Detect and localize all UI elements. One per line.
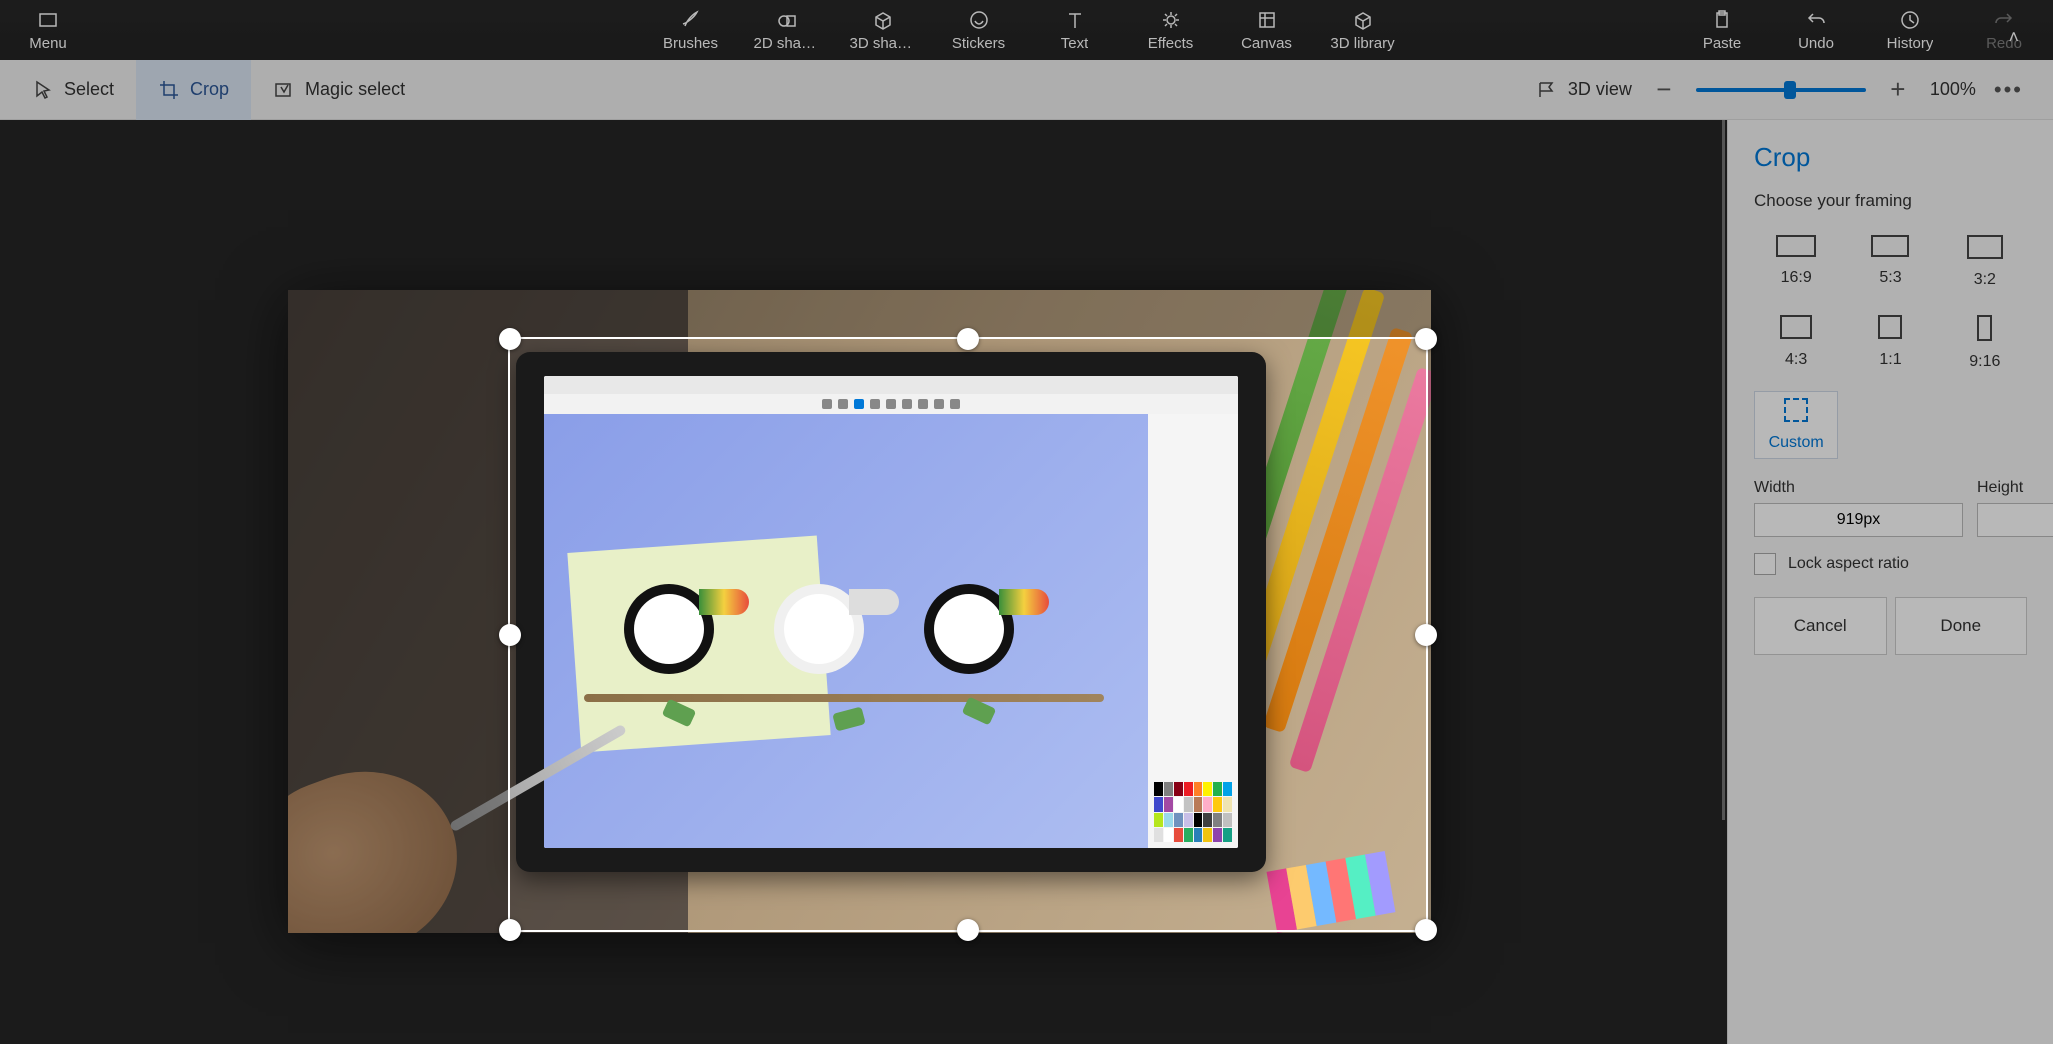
- height-label: Height: [1977, 479, 2053, 497]
- tab-2d-shapes[interactable]: 2D shap...: [754, 9, 820, 52]
- cancel-button[interactable]: Cancel: [1754, 597, 1887, 655]
- crop-handle-s[interactable]: [957, 919, 979, 941]
- crop-handle-se[interactable]: [1415, 919, 1437, 941]
- framing-4-3[interactable]: 4:3: [1754, 309, 1838, 377]
- ratio-icon: [1878, 315, 1902, 339]
- history-icon: [1899, 9, 1921, 31]
- paste-button[interactable]: Paste: [1689, 9, 1755, 52]
- paste-icon: [1711, 9, 1733, 31]
- effects-icon: [1160, 9, 1182, 31]
- framing-9-16[interactable]: 9:16: [1943, 309, 2027, 377]
- library-icon: [1352, 9, 1374, 31]
- magic-select-icon: [273, 79, 295, 101]
- crop-marquee[interactable]: [508, 337, 1428, 932]
- lock-aspect-label: Lock aspect ratio: [1788, 555, 1909, 573]
- custom-ratio-icon: [1784, 398, 1808, 422]
- main-area: Crop Choose your framing 16:9 5:3 3:2 4:…: [0, 120, 2053, 1044]
- tab-text[interactable]: Text: [1042, 9, 1108, 52]
- cursor-icon: [32, 79, 54, 101]
- height-input[interactable]: [1977, 503, 2053, 537]
- ratio-icon: [1977, 315, 1992, 341]
- zoom-slider[interactable]: [1696, 88, 1866, 92]
- secondary-toolbar: Select Crop Magic select 3D view − + 100…: [0, 60, 2053, 120]
- zoom-in-button[interactable]: +: [1884, 74, 1912, 105]
- width-label: Width: [1754, 479, 1963, 497]
- shapes2d-icon: [776, 9, 798, 31]
- zoom-value: 100%: [1930, 79, 1976, 100]
- crop-handle-ne[interactable]: [1415, 328, 1437, 350]
- text-icon: [1064, 9, 1086, 31]
- tab-effects[interactable]: Effects: [1138, 9, 1204, 52]
- redo-button: Redo: [1971, 9, 2037, 52]
- undo-icon: [1805, 9, 1827, 31]
- history-button[interactable]: History: [1877, 9, 1943, 52]
- zoom-slider-thumb[interactable]: [1784, 81, 1796, 99]
- collapse-chevron-icon[interactable]: ˄: [2008, 27, 2019, 48]
- 3d-view-toggle[interactable]: 3D view: [1536, 79, 1632, 101]
- crop-icon: [158, 79, 180, 101]
- crop-panel: Crop Choose your framing 16:9 5:3 3:2 4:…: [1727, 120, 2053, 1044]
- canvas-icon: [1256, 9, 1278, 31]
- tab-canvas[interactable]: Canvas: [1234, 9, 1300, 52]
- framing-3-2[interactable]: 3:2: [1943, 229, 2027, 295]
- lock-aspect-checkbox[interactable]: [1754, 553, 1776, 575]
- framing-grid: 16:9 5:3 3:2 4:3 1:1 9:16: [1754, 229, 2027, 459]
- ratio-icon: [1967, 235, 2003, 259]
- rectangle-icon: [37, 9, 59, 31]
- done-button[interactable]: Done: [1895, 597, 2028, 655]
- brush-icon: [680, 9, 702, 31]
- panel-title: Crop: [1754, 142, 2027, 173]
- magic-select-tool[interactable]: Magic select: [251, 60, 427, 120]
- tab-stickers[interactable]: Stickers: [946, 9, 1012, 52]
- select-tool[interactable]: Select: [10, 60, 136, 120]
- tab-3d-shapes[interactable]: 3D shap...: [850, 9, 916, 52]
- crop-handle-nw[interactable]: [499, 328, 521, 350]
- framing-1-1[interactable]: 1:1: [1848, 309, 1932, 377]
- framing-custom[interactable]: Custom: [1754, 391, 1838, 459]
- crop-handle-sw[interactable]: [499, 919, 521, 941]
- flag-icon: [1536, 79, 1558, 101]
- cube-icon: [872, 9, 894, 31]
- more-options-button[interactable]: •••: [1994, 77, 2023, 103]
- menu-label: Menu: [29, 35, 67, 52]
- framing-16-9[interactable]: 16:9: [1754, 229, 1838, 295]
- crop-handle-n[interactable]: [957, 328, 979, 350]
- crop-handle-w[interactable]: [499, 624, 521, 646]
- crop-tool[interactable]: Crop: [136, 60, 251, 120]
- tab-3d-library[interactable]: 3D library: [1330, 9, 1396, 52]
- scrollbar[interactable]: [1722, 120, 1725, 820]
- sticker-icon: [968, 9, 990, 31]
- canvas-area[interactable]: [0, 120, 1727, 1044]
- zoom-out-button[interactable]: −: [1650, 74, 1678, 105]
- ratio-icon: [1776, 235, 1816, 257]
- menu-button[interactable]: Menu: [15, 9, 81, 52]
- title-bar: Menu Brushes 2D shap... 3D shap... Stick…: [0, 0, 2053, 60]
- framing-5-3[interactable]: 5:3: [1848, 229, 1932, 295]
- crop-handle-e[interactable]: [1415, 624, 1437, 646]
- undo-button[interactable]: Undo: [1783, 9, 1849, 52]
- width-input[interactable]: [1754, 503, 1963, 537]
- panel-subtitle: Choose your framing: [1754, 191, 2027, 211]
- ratio-icon: [1780, 315, 1812, 339]
- tab-brushes[interactable]: Brushes: [658, 9, 724, 52]
- ratio-icon: [1871, 235, 1909, 257]
